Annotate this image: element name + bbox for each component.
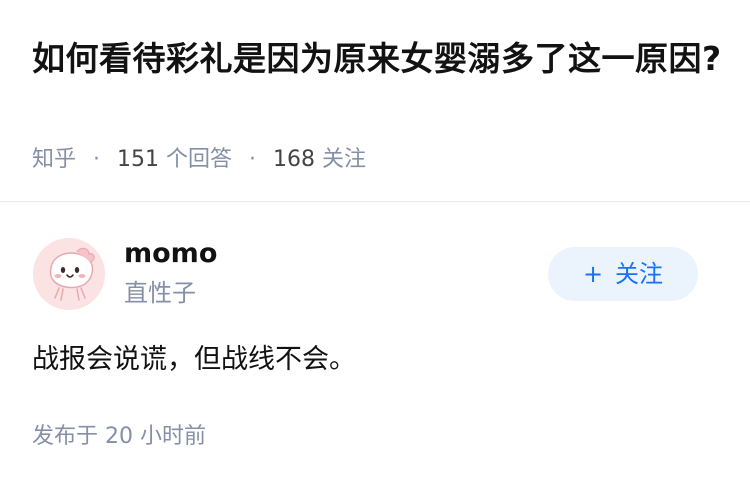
question-title[interactable]: 如何看待彩礼是因为原来女婴溺多了这一原因? — [32, 36, 722, 82]
published-time: 20 小时前 — [105, 424, 207, 449]
cartoon-face-avatar-icon — [33, 238, 105, 310]
author-bio: 直性子 — [124, 279, 196, 307]
question-header: 如何看待彩礼是因为原来女婴溺多了这一原因? 知乎 · 151 个回答 · 168… — [0, 0, 750, 202]
answer-count-label: 个回答 — [166, 147, 233, 172]
published-label: 发布于 — [32, 424, 99, 449]
answer-time: 发布于 20 小时前 — [32, 420, 206, 454]
follower-count: 168 — [273, 147, 316, 172]
follow-button-label: 关注 — [615, 260, 664, 288]
follow-button[interactable]: + 关注 — [548, 247, 698, 301]
meta-separator: · — [93, 147, 101, 172]
answer-content[interactable]: 战报会说谎，但战线不会。 — [32, 340, 356, 380]
author-name[interactable]: momo — [124, 236, 217, 272]
follower-count-label: 关注 — [322, 147, 367, 172]
avatar[interactable] — [33, 238, 105, 310]
plus-icon: + — [582, 260, 604, 288]
answer-count: 151 — [117, 147, 160, 172]
meta-separator: · — [249, 147, 257, 172]
answer-card: momo 直性子 + 关注 战报会说谎，但战线不会。 发布于 20 小时前 — [0, 202, 750, 490]
question-meta: 知乎 · 151 个回答 · 168 关注 — [32, 143, 366, 177]
source-label[interactable]: 知乎 — [32, 147, 76, 172]
